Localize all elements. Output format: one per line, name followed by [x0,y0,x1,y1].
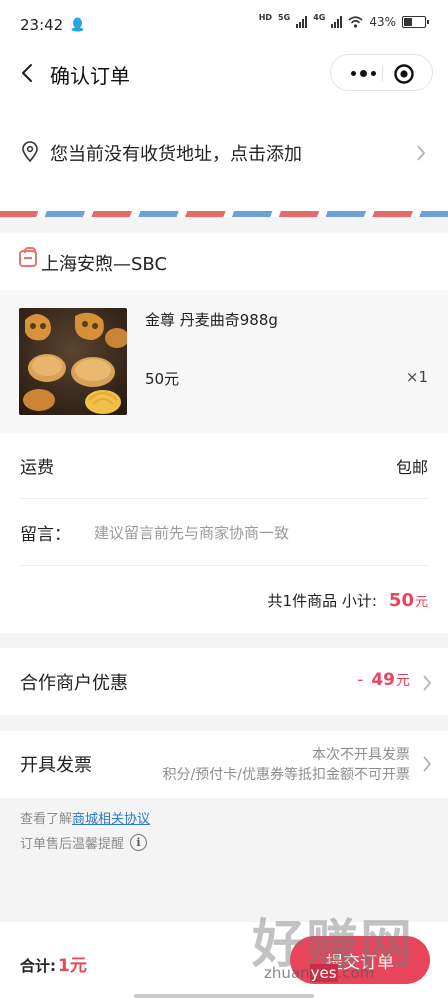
battery-fill [404,18,413,26]
total-amount: 1元 [58,956,87,976]
invoice-row[interactable]: 开具发票 本次不开具发票 积分/预付卡/优惠券等抵扣金额不可开票 [0,731,448,798]
after-sales-tip[interactable]: 订单售后温馨提醒 i [20,833,148,852]
more-button[interactable] [345,55,381,91]
remark-label: 留言： [20,525,71,545]
airmail-stripe [0,211,448,217]
capsule-divider [382,65,383,82]
agreement-note: 查看了解商城相关协议 [20,808,150,827]
merchant-discount-row[interactable]: 合作商户优惠 - 49 元 [0,648,448,715]
product-image [19,308,127,415]
target-close-icon [394,64,414,84]
chevron-right-icon [423,756,432,772]
close-button[interactable] [391,61,417,87]
product-name: 金尊 丹麦曲奇988g [145,311,278,329]
discount-amount: 49 [371,670,395,690]
network-4g-label: 4G [313,13,326,22]
status-bar: 23:42 HD 5G 4G 43% [0,0,448,50]
cookie-photo [19,308,127,415]
discount-unit: 元 [396,673,410,689]
hd-label: HD [258,13,273,22]
shipping-value: 包邮 [395,457,428,477]
shop-name: 上海安煦—SBC [41,254,168,275]
bottom-bar: 合计: 1元 提交订单 [0,922,448,1000]
subtotal-amount: 50 [388,589,414,611]
order-summary: 运费 包邮 留言： 建议留言前先与商家协商一致 共1件商品 小计: 50 元 [0,433,448,633]
status-time: 23:42 [20,16,64,34]
discount-label: 合作商户优惠 [20,673,128,694]
submit-order-button[interactable]: 提交订单 [290,936,430,984]
subtotal: 共1件商品 小计: 50 元 [268,590,428,611]
home-indicator[interactable] [134,994,314,998]
nav-header: 确认订单 [0,50,448,96]
address-selector[interactable]: 您当前没有收货地址，点击添加 [0,96,448,213]
chevron-left-icon [22,64,32,82]
page-title: 确认订单 [50,64,130,88]
qq-penguin-icon [71,17,84,32]
subtotal-row: 共1件商品 小计: 50 元 [20,567,428,633]
shipping-row: 运费 包邮 [20,433,428,499]
remark-row[interactable]: 留言： 建议留言前先与商家协商一致 [20,500,428,566]
remark-input[interactable]: 建议留言前先与商家协商一致 [94,522,289,543]
shop-section: 上海安煦—SBC 金尊 丹麦曲奇988g 50元 ×1 [0,233,448,433]
battery-icon [402,16,429,28]
more-dot [359,69,367,77]
battery-percent: 43% [369,15,396,29]
miniprogram-capsule [330,54,433,91]
product-price: 50元 [145,370,180,388]
back-button[interactable] [12,56,42,90]
more-dots-icon [350,70,356,76]
shop-bag-icon [19,247,37,267]
discount-sign: - [357,670,364,690]
signal-icon [331,16,343,28]
invoice-label: 开具发票 [20,755,92,776]
network-5g-label: 5G [278,13,291,22]
subtotal-unit: 元 [414,594,428,610]
discount-value: - 49 元 [357,670,410,690]
invoice-status: 本次不开具发票 [312,747,410,763]
chevron-right-icon [423,675,432,691]
total-label: 合计: [20,957,56,975]
agreement-link[interactable]: 商城相关协议 [72,812,150,827]
chevron-right-icon [417,145,426,161]
address-prompt: 您当前没有收货地址，点击添加 [50,144,302,165]
signal-icon [296,16,308,28]
item-count: 共1件商品 小计: [267,591,377,610]
info-circle-icon[interactable]: i [130,834,148,851]
order-total: 合计: 1元 [20,951,87,976]
product-quantity: ×1 [405,368,428,386]
after-sales-tip-text: 订单售后温馨提醒 [20,837,125,852]
wifi-icon [348,16,363,28]
shipping-label: 运费 [20,458,54,478]
agreement-prefix: 查看了解 [20,812,73,827]
more-dot [370,70,376,76]
status-indicators: HD 5G 4G 43% [258,13,429,29]
invoice-note: 积分/预付卡/优惠券等抵扣金额不可开票 [162,767,410,783]
shop-header: 上海安煦—SBC [0,233,448,289]
location-pin-icon [22,141,38,163]
product-item[interactable]: 金尊 丹麦曲奇988g 50元 ×1 [0,290,448,433]
